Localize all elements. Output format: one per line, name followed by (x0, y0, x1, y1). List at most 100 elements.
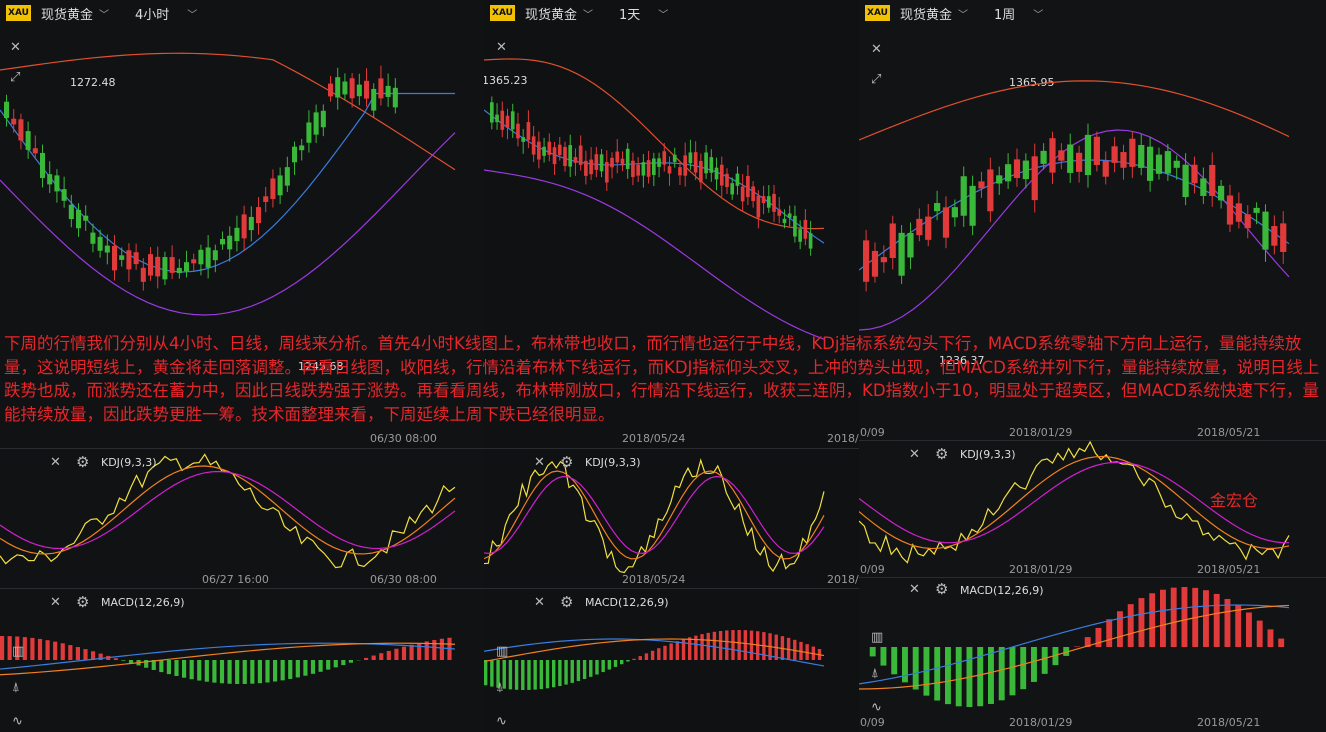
macd-histogram-bar (379, 653, 384, 660)
gear-icon[interactable]: ⚙ (935, 580, 948, 598)
indicator-icon[interactable]: ▥ (12, 644, 24, 659)
date-label: 06/27 16:00 (202, 573, 269, 586)
macd-histogram-bar (731, 630, 735, 660)
macd-histogram-bar (1041, 647, 1048, 674)
macd-histogram-bar (1181, 587, 1188, 647)
candle-body (563, 146, 567, 166)
drawing-tool-icon[interactable]: ⍋ (871, 666, 879, 681)
candle-body (104, 245, 110, 253)
candle-body (364, 80, 370, 99)
bollinger-upper-line (859, 80, 1290, 141)
candle-body (863, 240, 870, 282)
candle-body (392, 87, 398, 108)
candle-body (1191, 164, 1198, 184)
candle-body (263, 196, 269, 202)
macd-histogram-bar (521, 660, 525, 690)
macd-histogram-bar (75, 647, 81, 660)
candle-body (735, 173, 740, 186)
macd-histogram-bar (128, 660, 134, 664)
kdj-d-line (0, 465, 456, 555)
divider (0, 448, 484, 449)
macd-histogram-bar (657, 648, 661, 660)
candle-body (1209, 164, 1216, 196)
gear-icon[interactable]: ⚙ (560, 453, 573, 471)
macd-histogram-bar (650, 650, 655, 660)
divider (859, 577, 1326, 578)
macd-histogram-bar (1106, 619, 1113, 647)
candle-body (234, 227, 240, 242)
macd-histogram-bar (333, 660, 338, 668)
gear-icon[interactable]: ⚙ (560, 593, 573, 611)
macd-histogram-bar (0, 636, 5, 660)
macd-histogram-bar (934, 647, 941, 701)
macd-histogram-bar (1020, 647, 1027, 690)
candle-body (699, 160, 703, 183)
candle-body (356, 84, 362, 97)
candle-body (227, 235, 233, 250)
macd-histogram-bar (1138, 598, 1145, 647)
candle-body (678, 167, 682, 176)
candle-body (176, 267, 182, 274)
macd-histogram-bar (197, 660, 202, 681)
candle-body (636, 164, 640, 176)
candle-body (683, 155, 688, 176)
date-label: 2018/05/21 (1197, 426, 1261, 439)
candle-body (880, 257, 887, 263)
candle-body (1253, 207, 1260, 213)
macd-histogram-bar (891, 647, 898, 675)
candle-body (925, 216, 932, 240)
drawing-tool-icon[interactable]: ⍋ (12, 680, 20, 695)
candle-body (510, 111, 515, 130)
candle-body (761, 196, 766, 204)
candle-body (328, 83, 334, 97)
gear-icon[interactable]: ⚙ (935, 445, 948, 463)
macd-histogram-bar (902, 647, 908, 683)
drawing-tool-icon[interactable]: ⍋ (496, 680, 504, 695)
candle-body (1084, 134, 1092, 176)
macd-histogram-bar (30, 637, 35, 660)
gear-icon[interactable]: ⚙ (76, 453, 89, 471)
candle-body (284, 167, 290, 186)
macd-histogram-bar (725, 630, 729, 660)
macd-histogram-bar (212, 660, 217, 683)
macd-histogram-bar (53, 641, 58, 660)
date-label: 2018/01/29 (1009, 426, 1073, 439)
macd-histogram-bar (439, 638, 445, 660)
candle-body (542, 146, 546, 156)
candle-body (198, 249, 204, 265)
close-icon[interactable]: ✕ (909, 582, 920, 597)
close-icon[interactable]: ✕ (534, 455, 545, 470)
close-icon[interactable]: ✕ (50, 595, 61, 610)
candle-body (54, 175, 60, 192)
candle-body (18, 119, 24, 141)
macd-histogram-bar (1149, 593, 1156, 647)
pulse-icon[interactable]: ∿ (871, 700, 882, 715)
candle-body (40, 152, 46, 178)
date-label: 2018/05/24 (622, 573, 686, 586)
indicator-icon[interactable]: ▥ (871, 630, 883, 645)
indicator-icon[interactable]: ▥ (496, 644, 508, 659)
candle-body (751, 186, 755, 202)
macd-histogram-bar (257, 660, 263, 684)
macd-histogram-bar (227, 660, 232, 684)
macd-histogram-bar (607, 660, 612, 670)
candle-body (942, 207, 950, 238)
pulse-icon[interactable]: ∿ (496, 714, 507, 729)
macd-histogram-bar (1117, 611, 1123, 647)
date-label: 0/09 (860, 563, 885, 576)
bollinger-upper-line (0, 52, 456, 171)
candle-body (1262, 211, 1269, 250)
macd-histogram-bar (955, 647, 962, 707)
close-icon[interactable]: ✕ (50, 455, 61, 470)
candle-body (1235, 203, 1242, 222)
macd-histogram-bar (700, 634, 704, 660)
candle-body (1200, 178, 1207, 196)
pulse-icon[interactable]: ∿ (12, 714, 23, 729)
candle-body (531, 136, 536, 155)
divider (0, 588, 484, 589)
candle-body (133, 252, 139, 265)
candle-body (537, 141, 541, 160)
close-icon[interactable]: ✕ (909, 447, 920, 462)
gear-icon[interactable]: ⚙ (76, 593, 89, 611)
close-icon[interactable]: ✕ (534, 595, 545, 610)
